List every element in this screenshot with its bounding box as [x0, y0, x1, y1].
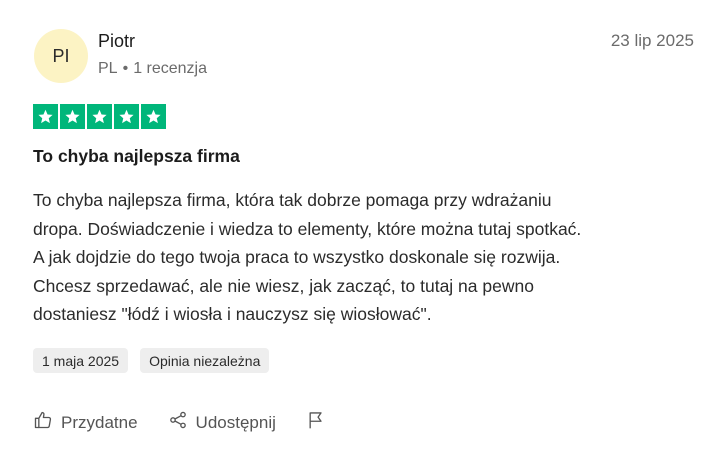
reviewer-review-count: 1 recenzja: [133, 60, 208, 77]
review-title[interactable]: To chyba najlepsza firma: [33, 146, 240, 167]
star-icon: [60, 104, 85, 129]
review-tags: 1 maja 2025 Opinia niezależna: [33, 348, 270, 373]
review-body-line: dostaniesz "łódź i wiosła i nauczysz się…: [33, 304, 432, 324]
share-icon: [168, 410, 188, 435]
review-actions: Przydatne Udostępnij: [33, 410, 326, 435]
useful-label: Przydatne: [61, 412, 138, 432]
review-body-line: A jak dojdzie do tego twoja praca to wsz…: [33, 247, 561, 267]
flag-icon: [306, 410, 326, 435]
share-button[interactable]: Udostępnij: [168, 410, 276, 435]
review-body-line: Chcesz sprzedawać, ale nie wiesz, jak za…: [33, 275, 534, 296]
reviewer-meta: PL • 1 recenzja: [98, 60, 207, 78]
share-label: Udostępnij: [195, 412, 276, 432]
thumbs-up-icon: [33, 410, 53, 435]
star-icon: [114, 104, 139, 129]
avatar: PI: [34, 29, 88, 83]
review-body-line: dropa. Doświadczenie i wiedza to element…: [33, 218, 582, 239]
review-date: 23 lip 2025: [610, 31, 694, 50]
independent-review-tag[interactable]: Opinia niezależna: [140, 348, 270, 373]
review-body: To chyba najlepsza firma, która tak dobr…: [33, 186, 703, 329]
reviewer-name[interactable]: Piotr: [98, 31, 135, 52]
experience-date-tag: 1 maja 2025: [33, 348, 129, 373]
reviewer-country: PL: [98, 60, 118, 77]
star-icon: [33, 104, 58, 129]
report-button[interactable]: [306, 410, 326, 435]
star-icon: [141, 104, 166, 129]
star-icon: [87, 104, 112, 129]
meta-separator: •: [122, 60, 129, 77]
review-body-line: To chyba najlepsza firma, która tak dobr…: [33, 190, 552, 210]
useful-button[interactable]: Przydatne: [33, 410, 138, 435]
star-rating: [33, 104, 166, 129]
